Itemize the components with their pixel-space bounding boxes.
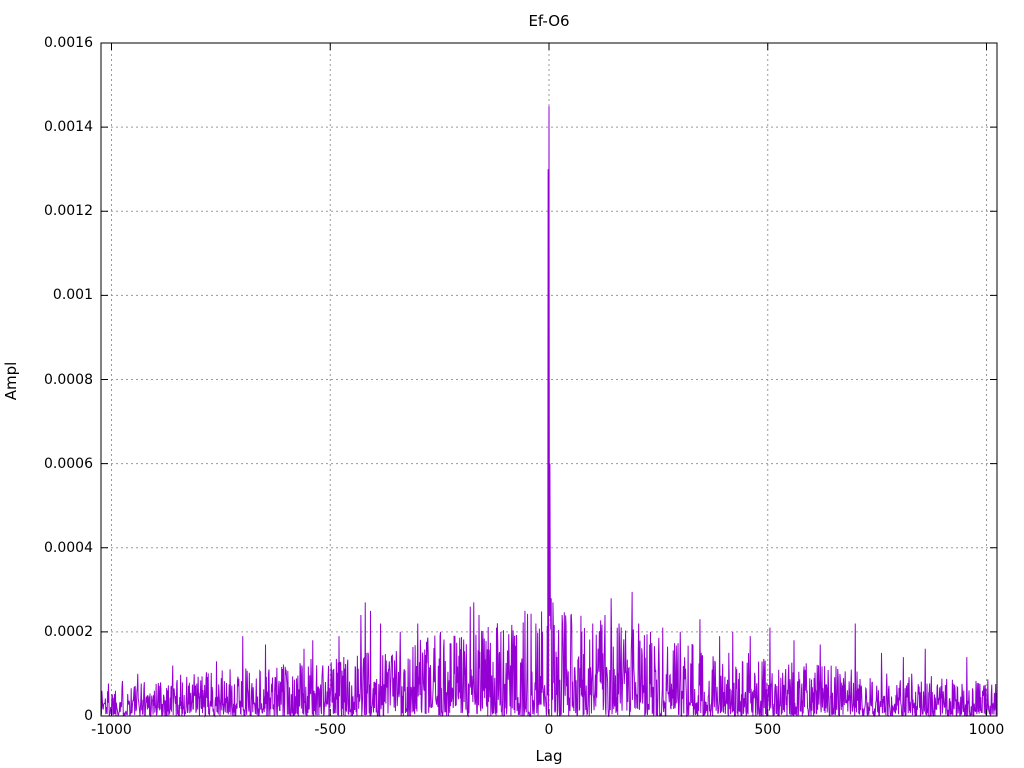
x-tick-label: 1000	[968, 722, 1005, 738]
x-axis-label: Lag	[535, 747, 563, 765]
x-tick-label: -500	[314, 722, 347, 738]
x-tick-label: 0	[544, 722, 554, 738]
y-tick-label: 0.0002	[44, 623, 93, 640]
y-tick-label: 0.0006	[44, 455, 93, 472]
y-tick-label: 0.0004	[44, 539, 93, 556]
y-tick-label: 0.0012	[44, 203, 93, 220]
x-tick-label: 500	[754, 722, 782, 738]
chart-title: Ef-O6	[528, 12, 570, 30]
plot-canvas	[100, 42, 998, 718]
y-tick-label: 0.0008	[44, 371, 93, 388]
y-tick-label: 0	[84, 708, 93, 724]
y-tick-label: 0.0016	[44, 35, 93, 51]
y-tick-label: 0.0014	[44, 119, 93, 136]
y-tick-label: 0.001	[52, 287, 93, 304]
x-tick-label: -1000	[91, 722, 132, 738]
correlation-chart: Ef-O6 Lag Ampl 0 0.0002 0.0004 0.0006 0.0008…	[0, 0, 1024, 768]
series-line	[100, 106, 998, 718]
